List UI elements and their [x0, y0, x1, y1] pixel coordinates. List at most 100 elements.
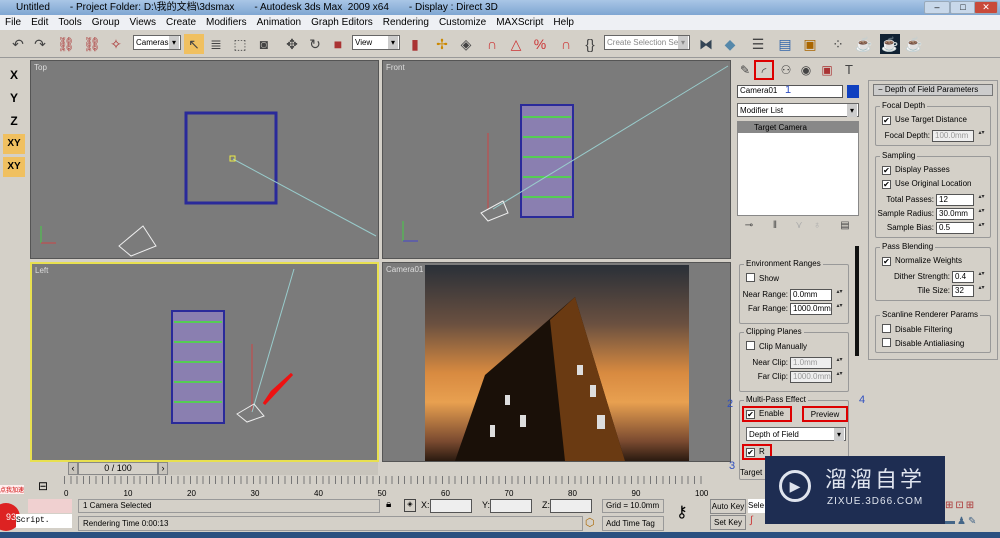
spinner-snap-icon[interactable]: ∩ — [556, 34, 576, 54]
clip-manually-checkbox[interactable]: Clip Manually — [746, 341, 807, 352]
schematic-view-icon[interactable]: ▣ — [800, 34, 820, 54]
rect-selection-icon[interactable]: ⬚ — [230, 34, 250, 54]
select-by-name-icon[interactable]: ≣ — [206, 34, 226, 54]
viewport-nav-icons[interactable]: ⊞⊡⊞ — [945, 500, 976, 511]
menu-edit[interactable]: Edit — [26, 15, 53, 30]
menu-help[interactable]: Help — [548, 15, 579, 30]
stack-item-target-camera[interactable]: Target Camera — [738, 122, 858, 133]
key-tangent-icon[interactable]: ∫ — [750, 515, 753, 526]
far-clip-field[interactable]: 1000.0mm — [790, 371, 832, 383]
viewport-label-camera[interactable]: Camera01 — [386, 265, 423, 274]
object-color-swatch[interactable] — [847, 85, 859, 98]
configure-modifier-sets-icon[interactable]: ▤ — [835, 216, 855, 236]
quick-render-icon[interactable]: ☕ — [904, 34, 924, 54]
near-range-field[interactable]: 0.0mm — [790, 289, 832, 301]
axis-y-button[interactable]: Y — [3, 88, 25, 108]
material-editor-icon[interactable]: ⁘ — [828, 34, 848, 54]
redo-icon[interactable]: ↷ — [30, 34, 50, 54]
utilities-tab-icon[interactable]: T — [839, 60, 859, 80]
timeline-ruler[interactable]: 0 10 20 30 40 50 60 70 80 90 100 — [64, 476, 708, 498]
viewport-top[interactable]: Top — [30, 60, 379, 259]
select-object-icon[interactable]: ↖ — [184, 34, 204, 54]
total-passes-spinner[interactable]: ▴▾ — [978, 194, 985, 206]
menu-create[interactable]: Create — [161, 15, 201, 30]
snap-3d-icon[interactable]: ∩ — [482, 34, 502, 54]
menu-modifiers[interactable]: Modifiers — [201, 15, 252, 30]
rotate-icon[interactable]: ↻ — [305, 34, 325, 54]
unlink-icon[interactable]: ⛓ — [82, 34, 102, 54]
close-button[interactable]: ✕ — [974, 1, 998, 14]
selection-filter-dropdown[interactable]: Cameras — [133, 35, 181, 50]
scale-icon[interactable]: ■ — [328, 34, 348, 54]
render-setup-icon[interactable]: ☕ — [854, 34, 874, 54]
maxscript-listener-input[interactable]: Script. — [16, 514, 72, 528]
near-clip-field[interactable]: 1.0mm — [790, 357, 832, 369]
undo-icon[interactable]: ↶ — [8, 34, 28, 54]
align-icon[interactable]: ◆ — [720, 34, 740, 54]
make-unique-icon[interactable]: ⋎ — [789, 216, 809, 236]
absolute-mode-icon[interactable]: ◈ — [404, 499, 416, 512]
pin-stack-icon[interactable]: ⊸ — [739, 216, 759, 236]
enable-multipass-checkbox[interactable]: ✔ Enable — [746, 409, 784, 419]
modifier-list-dropdown[interactable]: Modifier List — [737, 103, 859, 117]
mirror-icon[interactable]: ⧓ — [696, 34, 716, 54]
display-tab-icon[interactable]: ▣ — [817, 60, 837, 80]
manipulate-icon[interactable]: ✢ — [432, 34, 452, 54]
disable-filtering-checkbox[interactable]: Disable Filtering — [882, 324, 952, 335]
lock-selection-icon[interactable]: 🔒︎ — [386, 499, 391, 510]
axis-z-button[interactable]: Z — [3, 111, 25, 131]
far-clip-spinner[interactable]: ▴▾ — [836, 371, 843, 383]
viewport-nav-icons-2[interactable]: ▬♟✎ — [945, 516, 978, 527]
viewport-front[interactable]: Front — [382, 60, 731, 259]
menu-file[interactable]: File — [0, 15, 26, 30]
rendered-frame-window-icon[interactable]: ☕ — [880, 34, 900, 54]
percent-snap-icon[interactable]: % — [530, 34, 550, 54]
time-slider-track[interactable]: ‹ 0 / 100 › — [68, 462, 378, 475]
focal-depth-field[interactable]: 100.0mm — [932, 130, 974, 142]
time-slider-thumb[interactable]: 0 / 100 — [78, 462, 158, 475]
bind-spacewarp-icon[interactable]: ✧ — [106, 34, 126, 54]
maximize-button[interactable]: □ — [950, 1, 976, 14]
viewport-camera01[interactable]: Camera01 — [382, 262, 731, 462]
sample-radius-field[interactable]: 30.0mm — [936, 208, 974, 220]
menu-tools[interactable]: Tools — [53, 15, 86, 30]
tile-size-field[interactable]: 32 — [952, 285, 974, 297]
render-effect-checkbox[interactable]: ✔ R — [746, 447, 765, 457]
motion-tab-icon[interactable]: ◉ — [796, 60, 816, 80]
angle-snap-icon[interactable]: △ — [506, 34, 526, 54]
tile-size-spinner[interactable]: ▴▾ — [978, 285, 985, 297]
time-tag-icon[interactable]: ⬡ — [585, 516, 595, 529]
pivot-center-icon[interactable]: ▮ — [405, 34, 425, 54]
total-passes-field[interactable]: 12 — [936, 194, 974, 206]
add-time-tag-button[interactable]: Add Time Tag — [602, 516, 664, 531]
dither-strength-spinner[interactable]: ▴▾ — [978, 271, 985, 283]
reference-coordinate-dropdown[interactable]: View — [352, 35, 400, 50]
move-icon[interactable]: ✥ — [282, 34, 302, 54]
z-coordinate-field[interactable] — [550, 499, 592, 513]
sample-radius-spinner[interactable]: ▴▾ — [978, 208, 985, 220]
sample-bias-field[interactable]: 0.5 — [936, 222, 974, 234]
link-icon[interactable]: ⛓ — [56, 34, 76, 54]
maxscript-listener-pink[interactable] — [28, 499, 72, 513]
show-env-checkbox[interactable]: Show — [746, 273, 779, 284]
near-range-spinner[interactable]: ▴▾ — [836, 289, 843, 301]
key-mode-icon[interactable]: ⚷ — [676, 502, 688, 522]
disable-antialiasing-checkbox[interactable]: Disable Antialiasing — [882, 338, 964, 349]
far-range-field[interactable]: 1000.0mm — [790, 303, 832, 315]
menu-group[interactable]: Group — [87, 15, 125, 30]
show-end-result-icon[interactable]: ‖ — [765, 216, 785, 236]
focal-depth-spinner[interactable]: ▴▾ — [978, 130, 985, 142]
multipass-effect-dropdown[interactable]: Depth of Field — [746, 427, 846, 441]
x-coordinate-field[interactable] — [430, 499, 472, 513]
viewport-left[interactable]: Left — [30, 262, 379, 462]
window-crossing-icon[interactable]: ◙ — [254, 34, 274, 54]
remove-modifier-icon[interactable]: ♁ — [807, 216, 827, 236]
preview-button[interactable]: Preview — [802, 406, 848, 422]
axis-x-button[interactable]: X — [3, 65, 25, 85]
menu-maxscript[interactable]: MAXScript — [491, 15, 548, 30]
menu-rendering[interactable]: Rendering — [378, 15, 434, 30]
panel-scrollbar[interactable] — [855, 246, 859, 356]
use-original-location-checkbox[interactable]: ✔ Use Original Location — [882, 179, 971, 189]
menu-graph-editors[interactable]: Graph Editors — [306, 15, 378, 30]
edit-named-sets-icon[interactable]: {} — [580, 34, 600, 54]
